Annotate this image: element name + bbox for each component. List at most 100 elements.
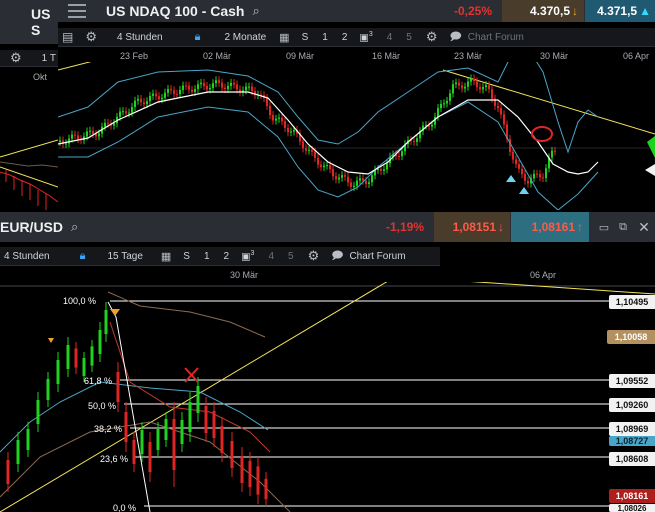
menu-icon[interactable] bbox=[68, 4, 86, 18]
nasdaq-candle-body bbox=[248, 86, 250, 88]
nasdaq-candle-body bbox=[371, 175, 373, 183]
period-1[interactable]: 1 bbox=[204, 251, 210, 262]
nasdaq-candle-body bbox=[278, 117, 280, 119]
up-marker-icon bbox=[519, 187, 529, 194]
arrow-down-icon: ↓ bbox=[498, 220, 504, 234]
lock-icon[interactable]: 🔒︎ bbox=[80, 250, 86, 263]
chart-forum-link[interactable]: Chart Forum bbox=[349, 251, 405, 262]
nasdaq-candle-body bbox=[401, 151, 403, 157]
period-3[interactable]: ▣3 bbox=[359, 31, 372, 43]
chart-settings-gear-icon[interactable]: ⚙ bbox=[426, 29, 438, 45]
nasdaq-candle-body bbox=[467, 81, 469, 87]
settings-gear-icon[interactable]: ⚙ bbox=[85, 29, 97, 45]
down-marker-icon bbox=[110, 309, 120, 316]
nasdaq-candle-body bbox=[155, 93, 157, 97]
left-window-titlebar[interactable]: US S bbox=[0, 0, 58, 44]
search-icon[interactable]: ⌕ bbox=[71, 219, 78, 235]
nasdaq-bid-button[interactable]: 4.370,5 ↓ bbox=[502, 0, 584, 22]
down-marker-icon bbox=[48, 338, 54, 343]
period-2[interactable]: 2 bbox=[342, 32, 348, 43]
eurusd-price-chart[interactable] bbox=[0, 282, 655, 512]
eurusd-candle-body bbox=[104, 310, 108, 334]
range-selector[interactable]: 15 Tage bbox=[107, 251, 142, 262]
period-5[interactable]: 5 bbox=[406, 32, 412, 43]
nasdaq-candle-body bbox=[344, 175, 346, 177]
eurusd-candle-body bbox=[36, 400, 40, 424]
nasdaq-ask-value: 4.371,5 bbox=[597, 4, 638, 18]
nasdaq-candle-body bbox=[209, 88, 211, 90]
left-window-gear-icon[interactable]: ⚙ bbox=[10, 50, 22, 66]
nasdaq-candle-body bbox=[98, 133, 100, 137]
calendar-icon[interactable]: ▦ bbox=[279, 31, 289, 44]
nasdaq-candle-body bbox=[266, 98, 268, 106]
eurusd-candle-body bbox=[98, 330, 102, 354]
nasdaq-candle-body bbox=[122, 111, 124, 113]
period-4[interactable]: 4 bbox=[387, 32, 393, 43]
nasdaq-candle-body bbox=[281, 117, 283, 122]
period-2[interactable]: 2 bbox=[224, 251, 230, 262]
period-4[interactable]: 4 bbox=[268, 251, 274, 262]
trendline bbox=[470, 282, 655, 295]
left-window-ticker: US S bbox=[31, 6, 51, 38]
arrow-up-icon: ▲ bbox=[639, 4, 651, 18]
eurusd-ask-button[interactable]: 1,08161 ↑ bbox=[511, 212, 589, 242]
period-5[interactable]: 5 bbox=[288, 251, 294, 262]
eurusd-candle-body bbox=[256, 466, 260, 495]
chart-settings-gear-icon[interactable]: ⚙ bbox=[308, 248, 320, 264]
nasdaq-candle-body bbox=[332, 169, 334, 177]
date-label: 06 Apr bbox=[530, 270, 557, 280]
nasdaq-candle-body bbox=[512, 151, 514, 160]
nasdaq-candle-body bbox=[536, 173, 538, 175]
list-icon[interactable]: ▤ bbox=[62, 30, 73, 44]
fib-label-38-2: 38,2 % bbox=[93, 424, 122, 434]
eurusd-titlebar[interactable]: EUR/USD ⌕ -1,19% 1,08151 ↓ 1,08161 ↑ ▭ ⧉… bbox=[0, 212, 655, 242]
nasdaq-candle-body bbox=[314, 151, 316, 158]
nasdaq-ticker: US NDAQ 100 - Cash bbox=[106, 3, 245, 19]
lock-icon[interactable]: 🔒︎ bbox=[195, 31, 201, 44]
range-selector[interactable]: 2 Monate bbox=[224, 32, 266, 43]
nasdaq-candle-body bbox=[440, 103, 442, 109]
eurusd-candle-body bbox=[6, 460, 10, 484]
period-3[interactable]: ▣3 bbox=[241, 250, 254, 262]
fib-label-23-6: 23,6 % bbox=[99, 454, 128, 464]
chat-bubble-icon[interactable]: 🗩︎ bbox=[331, 247, 343, 266]
bollinger-upper bbox=[58, 62, 599, 154]
eurusd-candle-body bbox=[264, 478, 268, 500]
calendar-icon[interactable]: ▦ bbox=[161, 250, 171, 263]
period-s[interactable]: S bbox=[302, 32, 309, 43]
nasdaq-candle-body bbox=[113, 123, 115, 126]
interval-selector[interactable]: 4 Stunden bbox=[4, 251, 50, 262]
arrow-up-icon: ↑ bbox=[577, 220, 583, 234]
nasdaq-candle-body bbox=[518, 164, 520, 169]
popout-icon[interactable]: ⧉ bbox=[613, 221, 633, 234]
nasdaq-candle-body bbox=[119, 111, 121, 117]
nasdaq-candle-body bbox=[71, 134, 73, 139]
close-icon[interactable]: ✕ bbox=[633, 219, 655, 236]
nasdaq-candle-body bbox=[347, 176, 349, 183]
period-s[interactable]: S bbox=[183, 251, 190, 262]
nasdaq-candle-body bbox=[251, 86, 253, 92]
date-label: 16 Mär bbox=[372, 51, 401, 61]
nasdaq-candle-body bbox=[86, 131, 88, 137]
nasdaq-ask-button[interactable]: 4.371,5 ▲ bbox=[585, 0, 655, 22]
nasdaq-candle-body bbox=[107, 122, 109, 124]
eurusd-candle-body bbox=[124, 412, 128, 442]
window-toggle-icon[interactable]: ▭ bbox=[595, 221, 613, 234]
nasdaq-titlebar[interactable]: US NDAQ 100 - Cash ⌕ -0,25% 4.370,5 ↓ 4.… bbox=[58, 0, 655, 22]
search-icon[interactable]: ⌕ bbox=[252, 3, 259, 19]
eurusd-bid-button[interactable]: 1,08151 ↓ bbox=[434, 212, 510, 242]
chat-bubble-icon[interactable]: 🗩︎ bbox=[450, 28, 462, 47]
nasdaq-candle-body bbox=[521, 168, 523, 175]
nasdaq-candle-body bbox=[326, 164, 328, 166]
eurusd-candle-body bbox=[140, 430, 144, 454]
period-1[interactable]: 1 bbox=[322, 32, 328, 43]
interval-selector[interactable]: 4 Stunden bbox=[117, 32, 163, 43]
chart-forum-link[interactable]: Chart Forum bbox=[468, 32, 524, 43]
eurusd-candle-body bbox=[148, 442, 152, 472]
left-window-interval[interactable]: 1 T bbox=[42, 53, 56, 64]
nasdaq-price-chart[interactable] bbox=[58, 62, 655, 210]
nasdaq-candle-body bbox=[236, 84, 238, 90]
nasdaq-candle-body bbox=[206, 86, 208, 90]
nasdaq-candle-body bbox=[542, 177, 544, 179]
nasdaq-candle-body bbox=[215, 80, 217, 84]
